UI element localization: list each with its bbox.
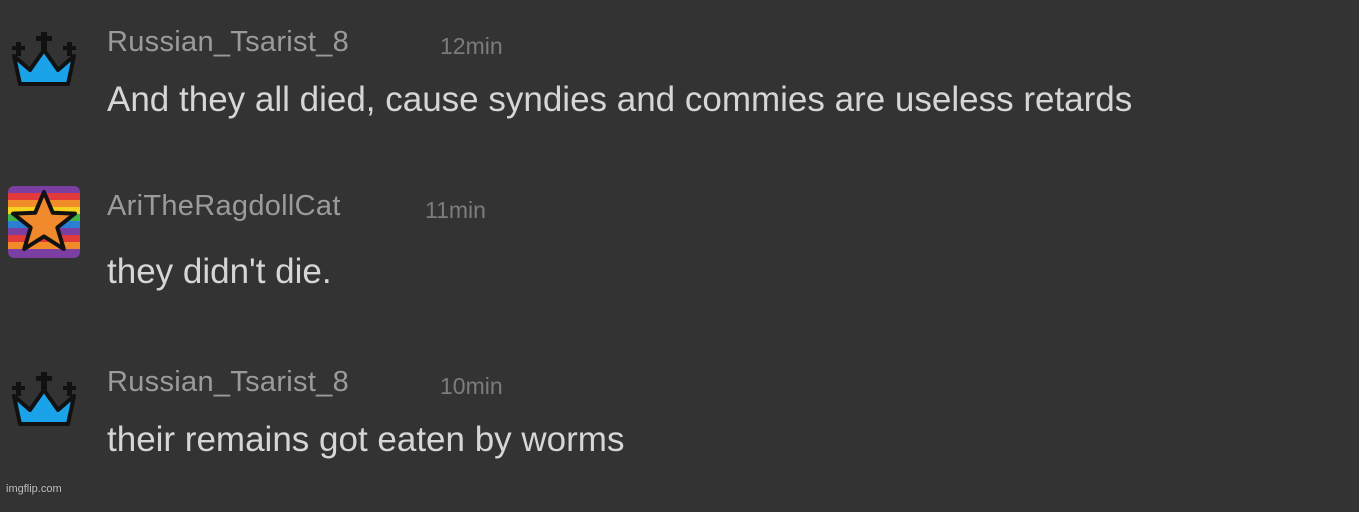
comment-text: And they all died, cause syndies and com… (107, 80, 1133, 119)
watermark: imgflip.com (6, 483, 62, 495)
rainbow-star-icon[interactable] (8, 186, 80, 258)
crown-icon[interactable] (8, 28, 80, 100)
timestamp: 10min (440, 373, 503, 399)
comment-feed: Russian_Tsarist_8 12min And they all die… (0, 0, 1359, 499)
comment-text: their remains got eaten by worms (107, 420, 625, 459)
timestamp: 11min (425, 197, 486, 223)
comment-item: Russian_Tsarist_8 12min And they all die… (0, 22, 1359, 172)
comment-item: AriTheRagdollCat 11min they didn't die. (0, 186, 1359, 336)
crown-icon[interactable] (8, 368, 80, 440)
username[interactable]: Russian_Tsarist_8 (107, 26, 349, 59)
username[interactable]: Russian_Tsarist_8 (107, 366, 349, 399)
comment-text: they didn't die. (107, 252, 332, 291)
comment-item: Russian_Tsarist_8 10min their remains go… (0, 362, 1359, 512)
username[interactable]: AriTheRagdollCat (107, 190, 341, 223)
timestamp: 12min (440, 33, 503, 59)
